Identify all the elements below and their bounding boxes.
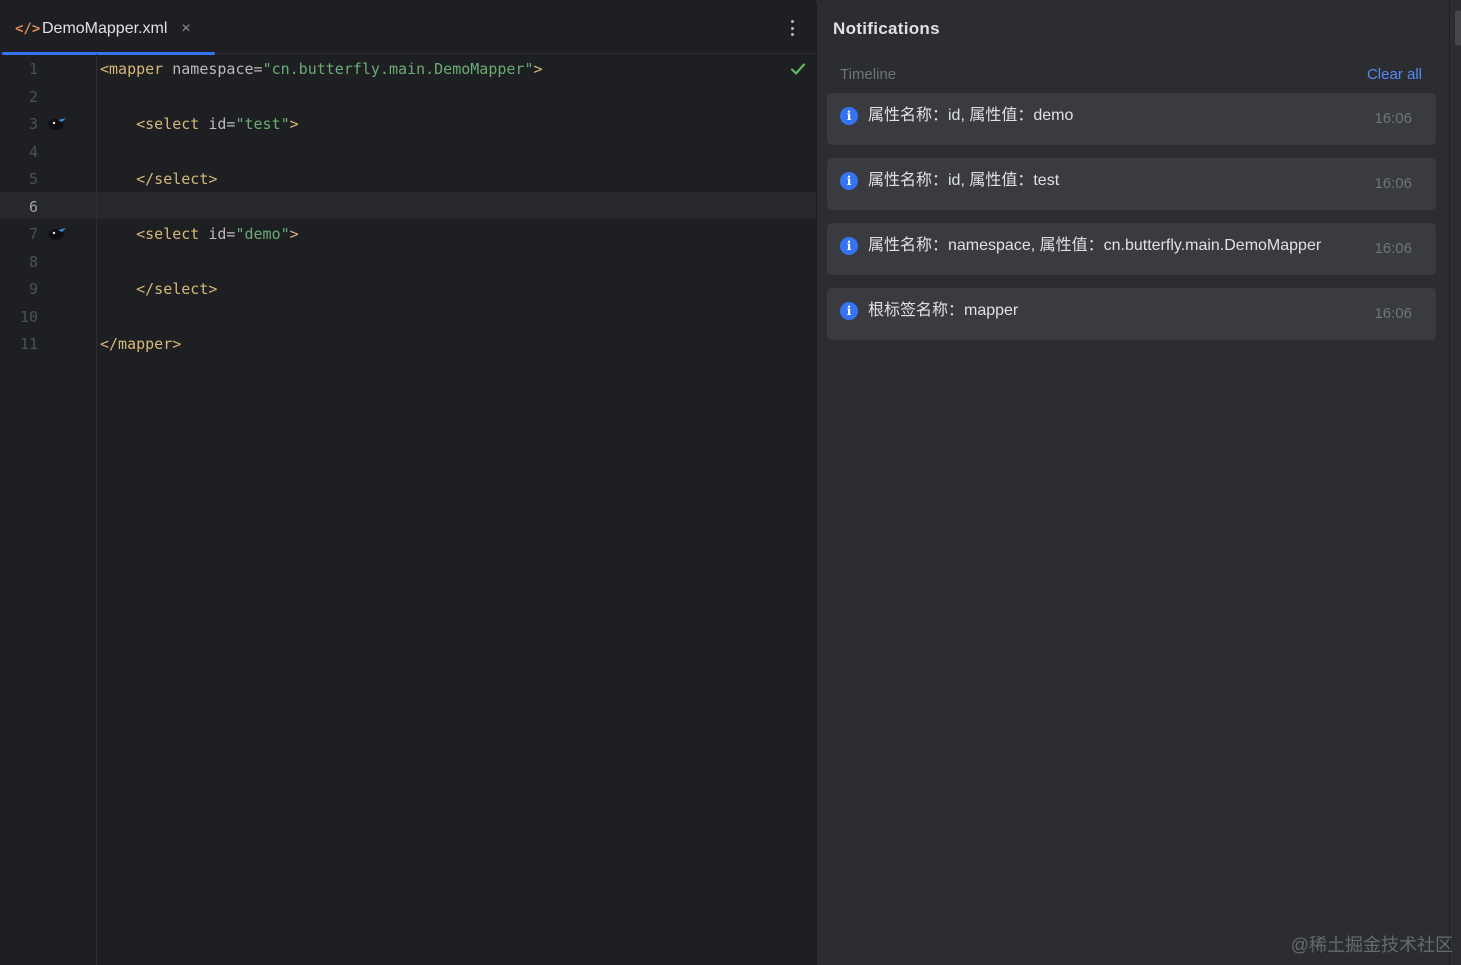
code-line[interactable]: 1 <mapper namespace="cn.butterfly.main.De… [0,56,816,84]
code-token: <mapper [100,60,173,78]
line-number: 10 [19,307,38,326]
info-icon: i [840,237,858,255]
notification-time: 16:06 [1374,175,1412,192]
line-number: 11 [19,335,38,353]
info-icon: i [840,172,858,190]
code-token: namespace= [172,60,263,78]
code-token: > [289,115,299,133]
info-icon: i [840,302,858,320]
notification-text: 属性名称：namespace, 属性值：cn.butterfly.main.De… [868,237,1322,254]
line-number: 6 [28,197,38,216]
code-token: > [289,225,299,243]
line-number: 7 [28,225,38,243]
watermark: @稀土掘金技术社区 [1290,935,1453,955]
code-line[interactable]: 11 </mapper> [0,331,816,359]
code-token: <select [100,225,209,243]
line-number: 8 [28,252,38,271]
code-line[interactable]: 2 [0,84,816,112]
tab-demomapper-xml[interactable]: </> DemoMapper.xml × [0,3,215,55]
timeline-label: Timeline [840,66,897,83]
code-token: <select [100,115,209,133]
clear-all-link[interactable]: Clear all [1367,66,1422,83]
code-token: </mapper> [100,335,182,353]
code-text: </mapper> [100,331,181,359]
code-token: </select> [100,280,218,298]
editor-tab-bar: </> DemoMapper.xml × [0,3,816,55]
line-number: 4 [28,142,38,161]
mybatis-bird-icon[interactable] [46,226,68,242]
notification-text: 属性名称：id, 属性值：demo [868,107,1074,124]
panel-title: Notifications [833,19,940,38]
code-token: > [533,60,543,78]
editor-pane: </> DemoMapper.xml × 1 <mapper namespace=… [0,0,816,965]
notifications-panel: Notifications Timeline Clear all i 属性名称：i… [816,3,1449,965]
notification-card[interactable]: i 属性名称：namespace, 属性值：cn.butterfly.main.D… [827,223,1436,275]
right-tool-strip [1449,0,1461,965]
code-token: "test" [235,115,290,133]
mybatis-bird-icon[interactable] [46,116,68,132]
code-line[interactable]: 6 [0,194,816,222]
notification-time: 16:06 [1374,110,1412,127]
line-number: 2 [28,87,38,106]
notification-time: 16:06 [1374,305,1412,322]
code-area[interactable]: 1 <mapper namespace="cn.butterfly.main.De… [0,56,816,359]
code-line[interactable]: 9 </select> [0,276,816,304]
code-token: "cn.butterfly.main.DemoMapper" [262,60,534,78]
code-token: "demo" [235,225,290,243]
scrollbar-thumb[interactable] [1455,10,1461,46]
notification-card[interactable]: i 属性名称：id, 属性值：test 16:06 [827,158,1436,210]
code-text: </select> [100,276,217,304]
notification-text: 属性名称：id, 属性值：test [868,172,1060,189]
line-number: 1 [28,60,38,78]
close-tab-icon[interactable]: × [181,20,190,38]
notification-card[interactable]: i 属性名称：id, 属性值：demo 16:06 [827,93,1436,145]
code-text: <select id="demo"> [100,221,299,249]
code-line[interactable]: 7 <select id="demo"> [0,221,816,249]
tab-title: DemoMapper.xml [42,19,168,37]
active-tab-indicator [2,52,215,55]
code-text: <select id="test"> [100,111,299,139]
more-options-icon[interactable] [784,17,800,39]
line-number: 9 [28,280,38,298]
notification-list: i 属性名称：id, 属性值：demo 16:06 i 属性名称：id, 属性值：tes… [827,93,1436,353]
code-line[interactable]: 4 [0,139,816,167]
code-line[interactable]: 3 <select id="test"> [0,111,816,139]
code-token: </select> [100,170,218,188]
code-line[interactable]: 10 [0,304,816,332]
notification-time: 16:06 [1374,240,1412,257]
code-token: id= [208,115,236,133]
code-text: </select> [100,166,217,194]
notification-text: 根标签名称：mapper [868,302,1019,319]
line-number: 3 [28,115,38,133]
xml-file-icon: </> [15,20,41,37]
code-line[interactable]: 5 </select> [0,166,816,194]
code-line[interactable]: 8 [0,249,816,277]
line-number: 5 [28,170,38,188]
notification-card[interactable]: i 根标签名称：mapper 16:06 [827,288,1436,340]
code-text: <mapper namespace="cn.butterfly.main.Dem… [100,56,543,84]
code-token: id= [208,225,236,243]
info-icon: i [840,107,858,125]
